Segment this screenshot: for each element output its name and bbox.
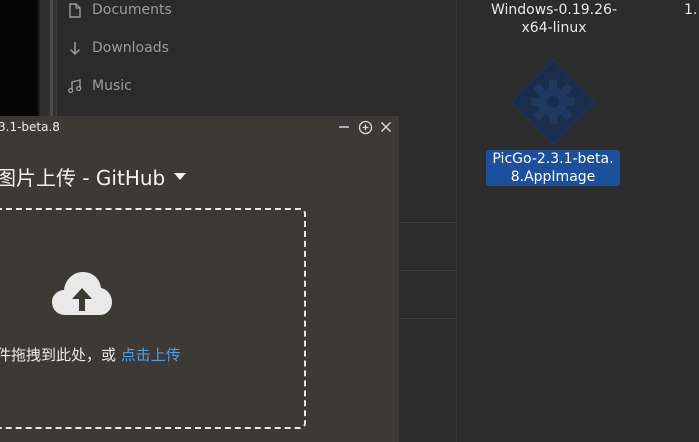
pin-icon[interactable] (357, 119, 373, 135)
sidebar-item-documents[interactable]: Documents (68, 0, 172, 23)
cloud-upload-icon (52, 271, 112, 321)
window-title: 3.1-beta.8 (0, 120, 60, 134)
music-note-icon (68, 78, 82, 94)
minimize-icon[interactable] (336, 119, 352, 135)
list-separator (399, 222, 456, 223)
file-label-picgo-selected[interactable]: PicGo-2.3.1-beta. 8.AppImage (486, 150, 620, 186)
download-arrow-icon (68, 40, 82, 56)
close-icon[interactable] (378, 119, 394, 135)
file-label-windows[interactable]: Windows-0.19.26- x64-linux (476, 1, 632, 37)
sidebar-item-downloads[interactable]: Downloads (68, 35, 169, 61)
sidebar-item-label: Downloads (92, 40, 169, 56)
sidebar-scrollbar[interactable] (50, 0, 53, 116)
picgo-gear-icon[interactable] (509, 58, 597, 146)
document-icon (68, 2, 82, 18)
click-upload-link[interactable]: 点击上传 (121, 346, 181, 364)
sidebar-item-label: Music (92, 78, 132, 94)
terminal-window-strip (0, 0, 38, 116)
picgo-window: 3.1-beta.8 图片上传 - GitHub 件拖拽到此处，或 点击上传 (0, 116, 399, 442)
picbed-title: 图片上传 - GitHub (0, 166, 166, 190)
list-separator (399, 270, 456, 271)
sidebar-item-label: Documents (92, 2, 172, 18)
drop-instructions: 件拖拽到此处，或 点击上传 (0, 346, 181, 364)
list-separator (399, 318, 456, 319)
upload-drop-zone[interactable] (0, 208, 306, 429)
caret-down-icon (174, 173, 187, 180)
file-label-partial[interactable]: 1. (684, 1, 699, 19)
picbed-selector[interactable]: 图片上传 - GitHub (0, 162, 187, 191)
sidebar-item-music[interactable]: Music (68, 73, 132, 99)
